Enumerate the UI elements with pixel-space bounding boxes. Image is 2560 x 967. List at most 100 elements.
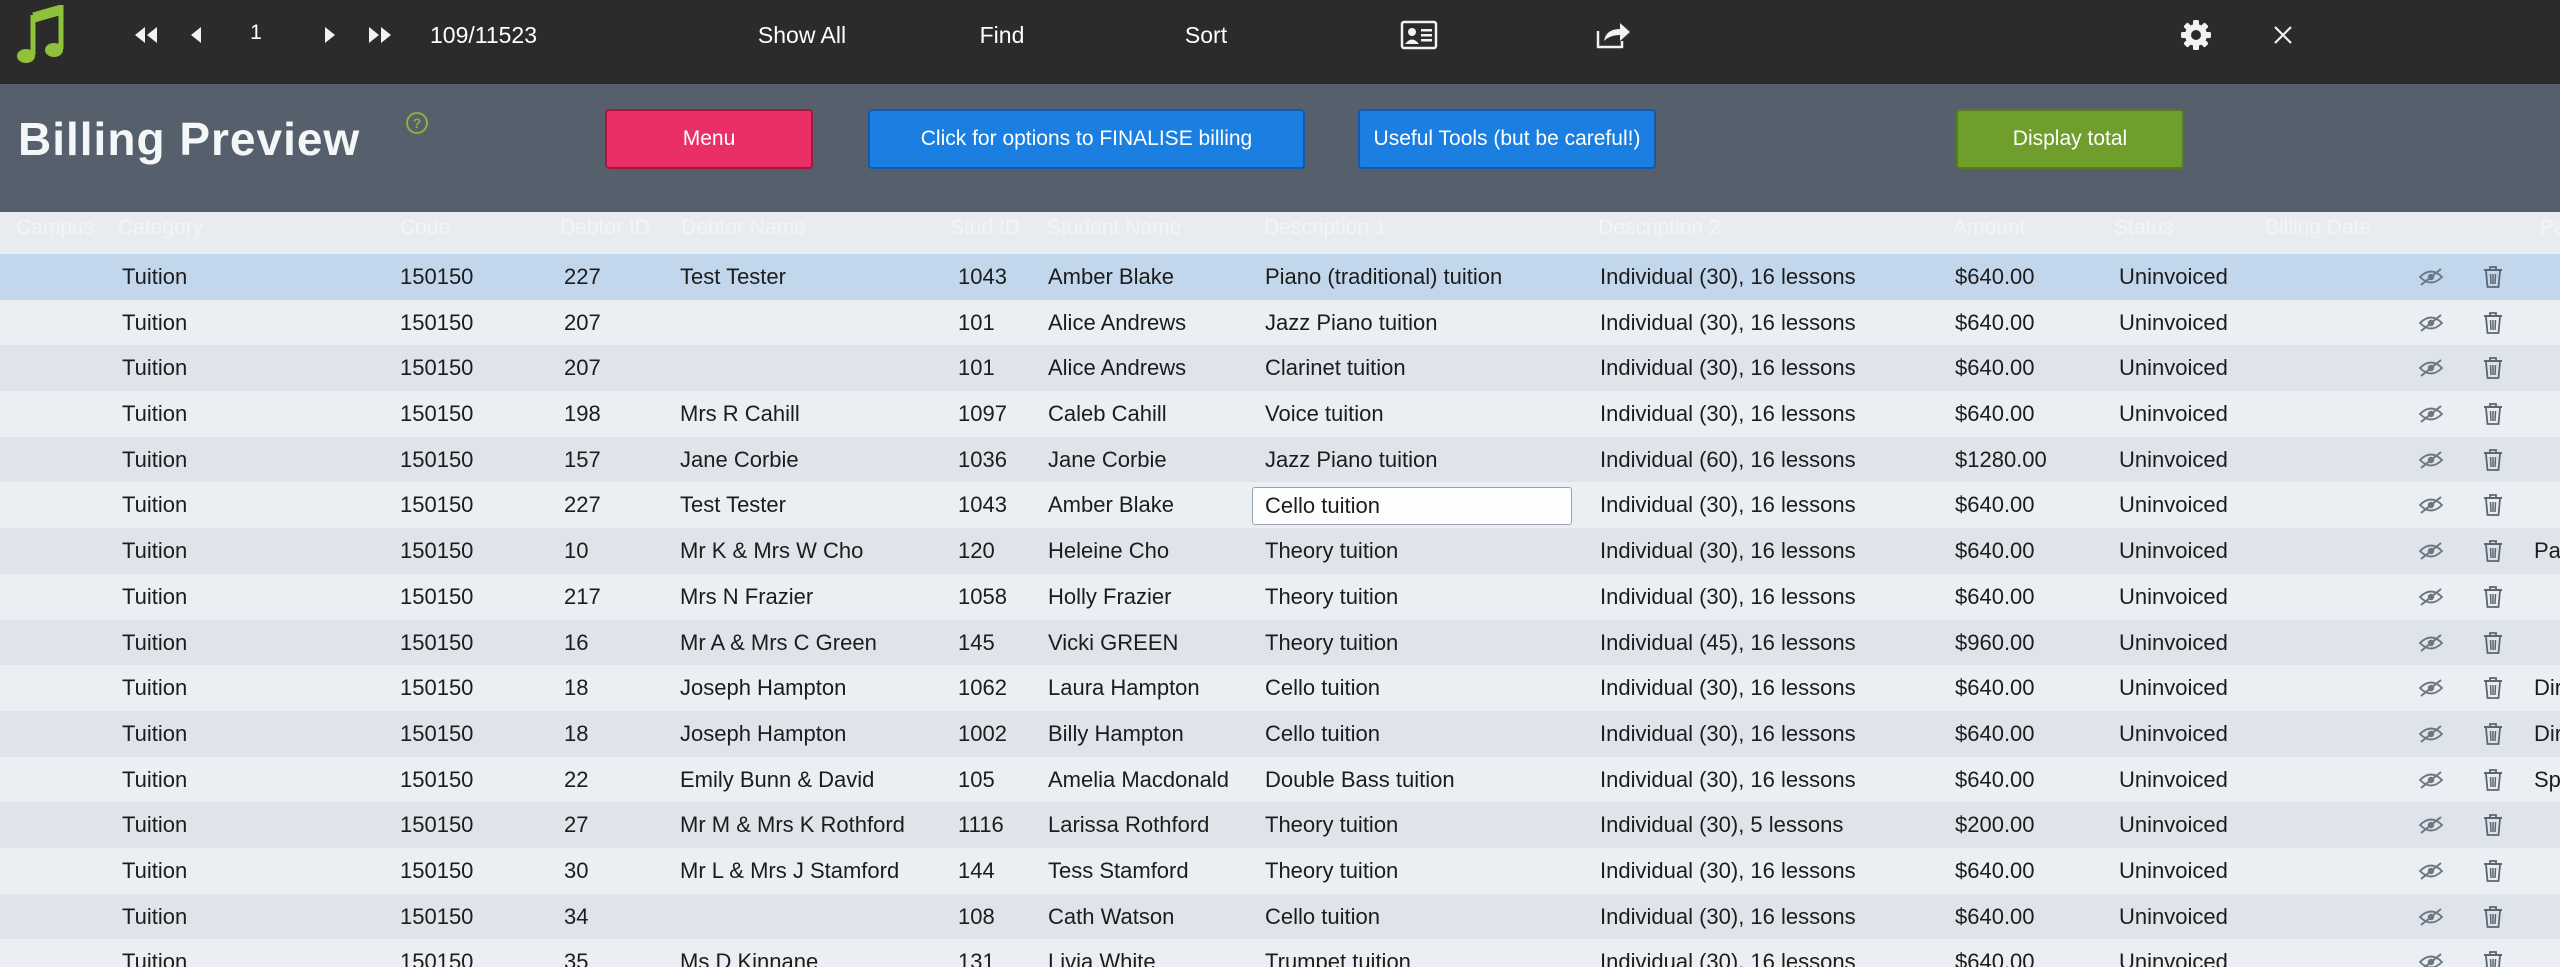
debtor-id-cell[interactable]: 198 — [564, 391, 601, 437]
description-1-cell[interactable]: Theory tuition — [1265, 528, 1585, 574]
student-name-cell[interactable]: Alice Andrews — [1048, 345, 1258, 391]
description-2-cell[interactable]: Individual (30), 16 lessons — [1600, 482, 1940, 528]
stud-id-cell[interactable]: 101 — [958, 300, 995, 346]
description-2-cell[interactable]: Individual (45), 16 lessons — [1600, 620, 1940, 666]
status-cell[interactable]: Uninvoiced — [2119, 437, 2228, 483]
student-name-cell[interactable]: Amber Blake — [1048, 482, 1258, 528]
debtor-id-cell[interactable]: 27 — [564, 802, 588, 848]
debtor-name-cell[interactable] — [680, 345, 940, 391]
debtor-id-cell[interactable]: 18 — [564, 711, 588, 757]
code-cell[interactable]: 150150 — [400, 939, 473, 967]
debtor-name-cell[interactable]: Ms D Kinnane — [680, 939, 940, 967]
category-cell[interactable]: Tuition — [122, 848, 187, 894]
description-1-cell[interactable]: Cello tuition — [1265, 894, 1585, 940]
finalise-billing-button[interactable]: Click for options to FINALISE billing — [868, 109, 1305, 169]
debtor-name-cell[interactable]: Mr L & Mrs J Stamford — [680, 848, 940, 894]
trash-icon[interactable] — [2480, 812, 2506, 838]
debtor-id-cell[interactable]: 227 — [564, 254, 601, 300]
debtor-name-cell[interactable]: Emily Bunn & David — [680, 757, 940, 803]
column-header-code[interactable]: Code — [400, 216, 450, 240]
eye-slash-icon[interactable] — [2418, 492, 2444, 518]
pa-cell[interactable] — [2534, 939, 2560, 967]
eye-slash-icon[interactable] — [2418, 584, 2444, 610]
debtor-id-cell[interactable]: 35 — [564, 939, 588, 967]
debtor-name-cell[interactable]: Joseph Hampton — [680, 665, 940, 711]
category-cell[interactable]: Tuition — [122, 574, 187, 620]
description-1-cell[interactable]: Theory tuition — [1265, 848, 1585, 894]
debtor-id-cell[interactable]: 10 — [564, 528, 588, 574]
category-cell[interactable]: Tuition — [122, 254, 187, 300]
debtor-id-cell[interactable]: 18 — [564, 665, 588, 711]
description-2-cell[interactable]: Individual (30), 16 lessons — [1600, 757, 1940, 803]
description-1-cell[interactable]: Jazz Piano tuition — [1265, 437, 1585, 483]
debtor-name-cell[interactable]: Test Tester — [680, 482, 940, 528]
student-name-cell[interactable]: Jane Corbie — [1048, 437, 1258, 483]
category-cell[interactable]: Tuition — [122, 894, 187, 940]
student-name-cell[interactable]: Laura Hampton — [1048, 665, 1258, 711]
student-name-cell[interactable]: Alice Andrews — [1048, 300, 1258, 346]
stud-id-cell[interactable]: 1062 — [958, 665, 1007, 711]
debtor-id-cell[interactable]: 227 — [564, 482, 601, 528]
pa-cell[interactable] — [2534, 345, 2560, 391]
trash-icon[interactable] — [2480, 858, 2506, 884]
column-header-pa[interactable]: Pa — [2540, 216, 2560, 240]
amount-cell[interactable]: $640.00 — [1955, 848, 2035, 894]
status-cell[interactable]: Uninvoiced — [2119, 665, 2228, 711]
description-2-cell[interactable]: Individual (30), 16 lessons — [1600, 345, 1940, 391]
description-2-cell[interactable]: Individual (30), 16 lessons — [1600, 665, 1940, 711]
stud-id-cell[interactable]: 131 — [958, 939, 995, 967]
amount-cell[interactable]: $640.00 — [1955, 574, 2035, 620]
description-2-cell[interactable]: Individual (30), 5 lessons — [1600, 802, 1940, 848]
trash-icon[interactable] — [2480, 767, 2506, 793]
pa-cell[interactable] — [2534, 574, 2560, 620]
description-1-cell[interactable]: Piano (traditional) tuition — [1265, 254, 1585, 300]
pa-cell[interactable] — [2534, 894, 2560, 940]
debtor-name-cell[interactable]: Mr K & Mrs W Cho — [680, 528, 940, 574]
debtor-name-cell[interactable] — [680, 894, 940, 940]
debtor-name-cell[interactable]: Mr A & Mrs C Green — [680, 620, 940, 666]
amount-cell[interactable]: $640.00 — [1955, 939, 2035, 967]
trash-icon[interactable] — [2480, 401, 2506, 427]
eye-slash-icon[interactable] — [2418, 858, 2444, 884]
code-cell[interactable]: 150150 — [400, 894, 473, 940]
contact-card-icon[interactable] — [1398, 0, 1440, 70]
eye-slash-icon[interactable] — [2418, 355, 2444, 381]
table-row[interactable]: Tuition 150150 35 Ms D Kinnane 131 Livia Whit… — [0, 939, 2560, 967]
status-cell[interactable]: Uninvoiced — [2119, 574, 2228, 620]
stud-id-cell[interactable]: 144 — [958, 848, 995, 894]
stud-id-cell[interactable]: 1097 — [958, 391, 1007, 437]
code-cell[interactable]: 150150 — [400, 254, 473, 300]
description-1-cell[interactable]: Theory tuition — [1265, 574, 1585, 620]
code-cell[interactable]: 150150 — [400, 711, 473, 757]
student-name-cell[interactable]: Larissa Rothford — [1048, 802, 1258, 848]
amount-cell[interactable]: $640.00 — [1955, 345, 2035, 391]
code-cell[interactable]: 150150 — [400, 665, 473, 711]
eye-slash-icon[interactable] — [2418, 721, 2444, 747]
status-cell[interactable]: Uninvoiced — [2119, 711, 2228, 757]
trash-icon[interactable] — [2480, 447, 2506, 473]
trash-icon[interactable] — [2480, 584, 2506, 610]
pa-cell[interactable] — [2534, 391, 2560, 437]
debtor-id-cell[interactable]: 207 — [564, 345, 601, 391]
stud-id-cell[interactable]: 1043 — [958, 254, 1007, 300]
status-cell[interactable]: Uninvoiced — [2119, 848, 2228, 894]
trash-icon[interactable] — [2480, 310, 2506, 336]
debtor-id-cell[interactable]: 217 — [564, 574, 601, 620]
eye-slash-icon[interactable] — [2418, 630, 2444, 656]
student-name-cell[interactable]: Livia White — [1048, 939, 1258, 967]
table-row[interactable]: Tuition 150150 18 Joseph Hampton 1002 Billy H… — [0, 710, 2560, 757]
stud-id-cell[interactable]: 1116 — [958, 802, 1004, 848]
stud-id-cell[interactable]: 101 — [958, 345, 995, 391]
column-header-description-2[interactable]: Description 2 — [1598, 216, 1721, 240]
find-button[interactable]: Find — [962, 0, 1042, 70]
category-cell[interactable]: Tuition — [122, 300, 187, 346]
table-row[interactable]: Tuition 150150 27 Mr M & Mrs K Rothford 1116… — [0, 802, 2560, 848]
eye-slash-icon[interactable] — [2418, 812, 2444, 838]
stud-id-cell[interactable]: 1002 — [958, 711, 1007, 757]
column-header-description-1[interactable]: Description 1 — [1264, 216, 1387, 240]
student-name-cell[interactable]: Tess Stamford — [1048, 848, 1258, 894]
table-row[interactable]: Tuition 150150 207 101 Alice Andrews Jazz Pia… — [0, 299, 2560, 346]
table-row[interactable]: Tuition 150150 157 Jane Corbie 1036 Jane Corb… — [0, 436, 2560, 483]
code-cell[interactable]: 150150 — [400, 620, 473, 666]
amount-cell[interactable]: $640.00 — [1955, 482, 2035, 528]
